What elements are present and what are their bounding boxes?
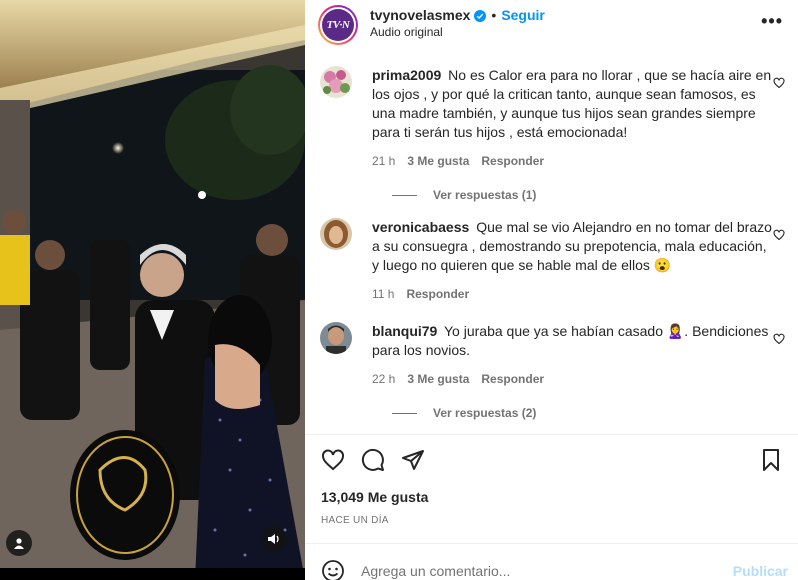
comments-list: prima2009 No es Calor era para no llorar… <box>305 60 798 436</box>
share-paper-plane-icon[interactable] <box>401 448 425 472</box>
comment-likes[interactable]: 3 Me gusta <box>407 154 469 168</box>
post-username[interactable]: tvynovelasmex <box>370 7 470 24</box>
comment-time[interactable]: 11 h <box>372 287 394 301</box>
comment-bubble-icon[interactable] <box>361 448 385 472</box>
view-replies-button[interactable]: Ver respuestas (1) <box>372 188 772 202</box>
add-comment-bar: Publicar <box>305 555 798 580</box>
likes-count[interactable]: 13,049 Me gusta <box>321 489 428 505</box>
more-options-icon[interactable]: ••• <box>761 12 783 30</box>
comment-username[interactable]: veronicabaess <box>372 219 469 235</box>
comment-input[interactable] <box>361 563 721 579</box>
user-icon <box>14 538 24 549</box>
save-bookmark-icon[interactable] <box>759 448 783 472</box>
header-separator: • <box>491 7 497 23</box>
like-heart-icon[interactable] <box>321 448 345 472</box>
speaker-icon <box>268 534 279 544</box>
post-header: TV·N tvynovelasmex • Seguir Audio origin… <box>305 0 798 48</box>
heart-icon[interactable] <box>773 229 785 241</box>
post-video[interactable] <box>0 0 305 580</box>
person-avatar-image <box>320 218 352 250</box>
tagged-users-button[interactable] <box>6 530 32 556</box>
comment-username[interactable]: prima2009 <box>372 67 441 83</box>
commenter-avatar[interactable] <box>320 322 352 354</box>
commenter-avatar[interactable] <box>320 66 352 98</box>
video-frame-image <box>0 0 305 580</box>
heart-icon[interactable] <box>773 333 785 345</box>
comment-time[interactable]: 22 h <box>372 372 395 386</box>
post-actions-bar <box>321 448 783 472</box>
person-avatar-image <box>320 322 352 354</box>
reply-button[interactable]: Responder <box>481 154 544 168</box>
section-divider <box>305 434 798 435</box>
instagram-post-view: TV·N tvynovelasmex • Seguir Audio origin… <box>0 0 798 580</box>
post-side-panel: TV·N tvynovelasmex • Seguir Audio origin… <box>305 0 798 580</box>
view-replies-button[interactable]: Ver respuestas (2) <box>372 406 772 420</box>
audio-label[interactable]: Audio original <box>370 24 545 41</box>
reply-button[interactable]: Responder <box>481 372 544 386</box>
tvynovelas-logo: TV·N <box>322 8 354 41</box>
reply-button[interactable]: Responder <box>406 287 469 301</box>
audio-toggle-button[interactable] <box>261 526 287 552</box>
verified-badge-icon <box>474 9 487 22</box>
publish-button[interactable]: Publicar <box>733 563 788 579</box>
profile-avatar[interactable]: TV·N <box>318 4 358 45</box>
commenter-avatar[interactable] <box>320 218 352 250</box>
heart-icon[interactable] <box>773 77 785 89</box>
comment-likes[interactable]: 3 Me gusta <box>407 372 469 386</box>
follow-button[interactable]: Seguir <box>501 7 545 24</box>
emoji-icon[interactable] <box>321 559 345 580</box>
flower-avatar-image <box>320 66 352 98</box>
post-timestamp[interactable]: HACE UN DÍA <box>321 515 389 526</box>
section-divider <box>305 543 798 544</box>
comment-username[interactable]: blanqui79 <box>372 323 437 339</box>
comment-time[interactable]: 21 h <box>372 154 395 168</box>
